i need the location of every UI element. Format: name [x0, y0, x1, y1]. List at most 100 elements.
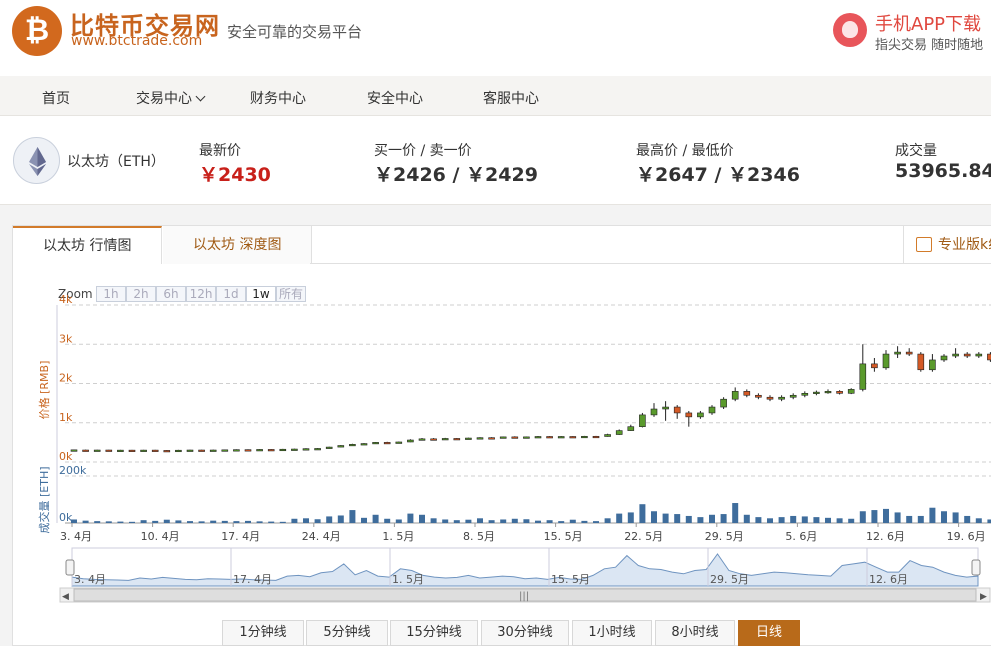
price-tick-label: 4k	[59, 293, 73, 306]
candle-body	[82, 449, 89, 452]
candle-body	[905, 351, 913, 355]
candle-body	[337, 445, 345, 448]
price-tick-label: 3k	[59, 332, 73, 345]
candle-body	[592, 435, 600, 439]
price-axis-ticks: 0k 1k 2k 3k 4k	[59, 293, 73, 463]
volume-bar	[836, 518, 843, 523]
candle-body	[291, 448, 298, 451]
candle-body	[256, 449, 263, 452]
volume-axis-ticks: 0k 200k	[59, 464, 87, 524]
volume-axis-label: 成交量 [ETH]	[37, 466, 51, 533]
volume-bar	[407, 513, 414, 523]
candle-body	[360, 443, 368, 446]
timeframe-daily[interactable]: 日线	[738, 620, 800, 646]
volume-bar	[674, 514, 681, 523]
volume-bar	[952, 512, 959, 523]
volume-bar	[268, 521, 275, 523]
volume-bar	[500, 519, 507, 523]
candle-body	[314, 448, 321, 451]
price-tick-label: 0k	[59, 450, 73, 463]
x-tick-label: 10. 4月	[141, 530, 180, 543]
timeframe-8h[interactable]: 8小时线	[655, 620, 735, 646]
price-tick-label: 1k	[59, 411, 73, 424]
volume-bar	[175, 520, 182, 523]
navigator-handle[interactable]	[65, 559, 75, 576]
volume-bar	[941, 511, 947, 523]
timeframe-5min[interactable]: 5分钟线	[306, 620, 388, 646]
volume-bar	[140, 520, 147, 523]
volume-bar	[929, 507, 936, 523]
candle-body	[755, 394, 762, 398]
candle-body	[847, 389, 855, 394]
candle-body	[117, 449, 124, 452]
navigator-tick-label: 3. 4月	[74, 573, 106, 586]
volume-bar	[326, 516, 333, 523]
navigator-handle[interactable]	[971, 559, 981, 576]
volume-bar	[395, 519, 402, 523]
volume-bar	[581, 520, 588, 523]
candle-body	[697, 412, 704, 418]
navigator: 3. 4月 17. 4月 1. 5月 15. 5月 29. 5月 12. 6月 ◀ ▶ |||	[59, 547, 991, 603]
candle-body	[546, 436, 553, 439]
candle-body	[615, 430, 623, 435]
timeframe-30min[interactable]: 30分钟线	[481, 620, 569, 646]
candle-body	[244, 449, 252, 452]
volume-bar	[917, 515, 924, 523]
price-axis-label: 价格 [RMB]	[37, 361, 51, 420]
candle-body	[789, 394, 797, 398]
candle-body	[325, 446, 333, 449]
volume-tick-label: 200k	[59, 464, 87, 477]
candle-body	[523, 436, 530, 439]
candle-body	[836, 391, 843, 394]
volume-bar	[163, 519, 170, 523]
volume-bar	[361, 517, 367, 523]
candle-body	[557, 436, 565, 439]
navigator-tick-label: 29. 5月	[710, 573, 749, 586]
candle-body	[221, 449, 229, 452]
timeframe-15min[interactable]: 15分钟线	[390, 620, 478, 646]
candle-body	[917, 353, 925, 371]
candle-body	[488, 437, 495, 440]
volume-bar	[906, 515, 913, 523]
candle-body	[372, 442, 379, 445]
volume-bar	[627, 512, 634, 523]
candle-body	[987, 353, 991, 361]
x-tick-label: 19. 6月	[947, 530, 986, 543]
candle-body	[894, 351, 901, 355]
volume-bar	[894, 512, 901, 523]
scroll-left-arrow-icon: ◀	[62, 592, 69, 602]
volume-bar	[778, 517, 785, 523]
price-tick-label: 2k	[59, 372, 73, 385]
volume-bar	[825, 517, 831, 523]
volume-bar	[720, 514, 727, 523]
candle-body	[441, 438, 449, 441]
candle-body	[267, 449, 275, 452]
timeframe-1h[interactable]: 1小时线	[572, 620, 652, 646]
volume-bar	[349, 510, 356, 523]
candle-body	[140, 449, 147, 452]
candle-body	[766, 396, 774, 400]
candlestick-chart[interactable]: 0k 1k 2k 3k 4k 0k200k 价格 [RMB] 成交量 [ETH] 3. …	[0, 0, 991, 646]
volume-bar	[82, 520, 89, 523]
scroll-right-arrow-icon: ▶	[980, 592, 987, 602]
chart-grid	[56, 304, 991, 524]
candle-body	[453, 438, 461, 441]
volume-bar	[662, 513, 669, 523]
price-candles	[70, 344, 991, 453]
volume-bar	[198, 521, 205, 523]
navigator-tick-label: 1. 5月	[392, 573, 424, 586]
candle-body	[639, 414, 646, 427]
volume-bar	[569, 519, 576, 523]
candle-body	[859, 363, 867, 390]
x-tick-label: 5. 6月	[785, 530, 817, 543]
candle-body	[511, 436, 519, 439]
navigator-tick-label: 12. 6月	[869, 573, 908, 586]
volume-bar	[883, 508, 889, 523]
volume-bar	[732, 503, 739, 523]
volume-bar	[256, 521, 263, 523]
volume-bar	[303, 518, 309, 523]
candle-body	[708, 406, 716, 414]
candle-body	[963, 353, 971, 357]
candle-body	[801, 393, 809, 396]
timeframe-1min[interactable]: 1分钟线	[222, 620, 304, 646]
